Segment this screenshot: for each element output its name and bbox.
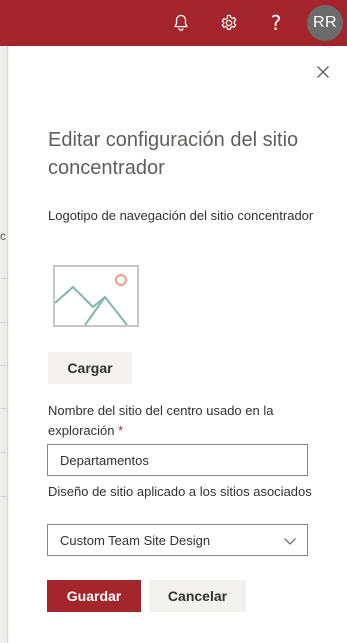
logo-label: Logotipo de navegación del sitio concent… xyxy=(48,208,314,223)
notifications-button[interactable] xyxy=(161,0,201,46)
help-button[interactable]: ? xyxy=(256,0,296,46)
required-marker: * xyxy=(118,423,124,438)
settings-panel: Editar configuración del sitio concentra… xyxy=(9,46,347,643)
divider xyxy=(0,365,8,366)
divider xyxy=(0,496,8,497)
site-name-label: Nombre del sitio del centro usado en la … xyxy=(48,401,318,441)
divider xyxy=(0,408,8,409)
cancel-button[interactable]: Cancelar xyxy=(149,580,246,612)
background-text: c xyxy=(0,229,6,243)
panel-title: Editar configuración del sitio concentra… xyxy=(48,129,299,179)
background-page: c xyxy=(0,46,8,643)
divider xyxy=(0,452,8,453)
image-placeholder-icon xyxy=(54,274,128,326)
upload-button[interactable]: Cargar xyxy=(48,352,132,384)
settings-button[interactable] xyxy=(209,0,249,46)
site-design-selected: Custom Team Site Design xyxy=(60,532,211,548)
save-button[interactable]: Guardar xyxy=(47,580,141,612)
site-name-label-text: Nombre del sitio del centro usado en la … xyxy=(48,403,274,438)
avatar-initials: RR xyxy=(312,14,338,31)
site-name-value: Departamentos xyxy=(60,452,149,468)
avatar[interactable]: RR xyxy=(307,5,343,41)
bell-icon xyxy=(174,14,188,31)
gear-icon xyxy=(221,14,237,30)
help-icon: ? xyxy=(270,11,282,35)
site-design-dropdown[interactable]: Custom Team Site Design xyxy=(47,524,308,556)
site-design-label: Diseño de sitio aplicado a los sitios as… xyxy=(48,484,312,499)
close-icon xyxy=(317,66,329,78)
close-button[interactable] xyxy=(311,60,335,84)
logo-preview xyxy=(53,265,139,327)
chevron-down-icon xyxy=(284,538,296,545)
site-name-input[interactable]: Departamentos xyxy=(47,444,308,476)
divider xyxy=(0,322,8,323)
suite-bar: ? RR xyxy=(0,0,347,46)
divider xyxy=(0,278,8,279)
